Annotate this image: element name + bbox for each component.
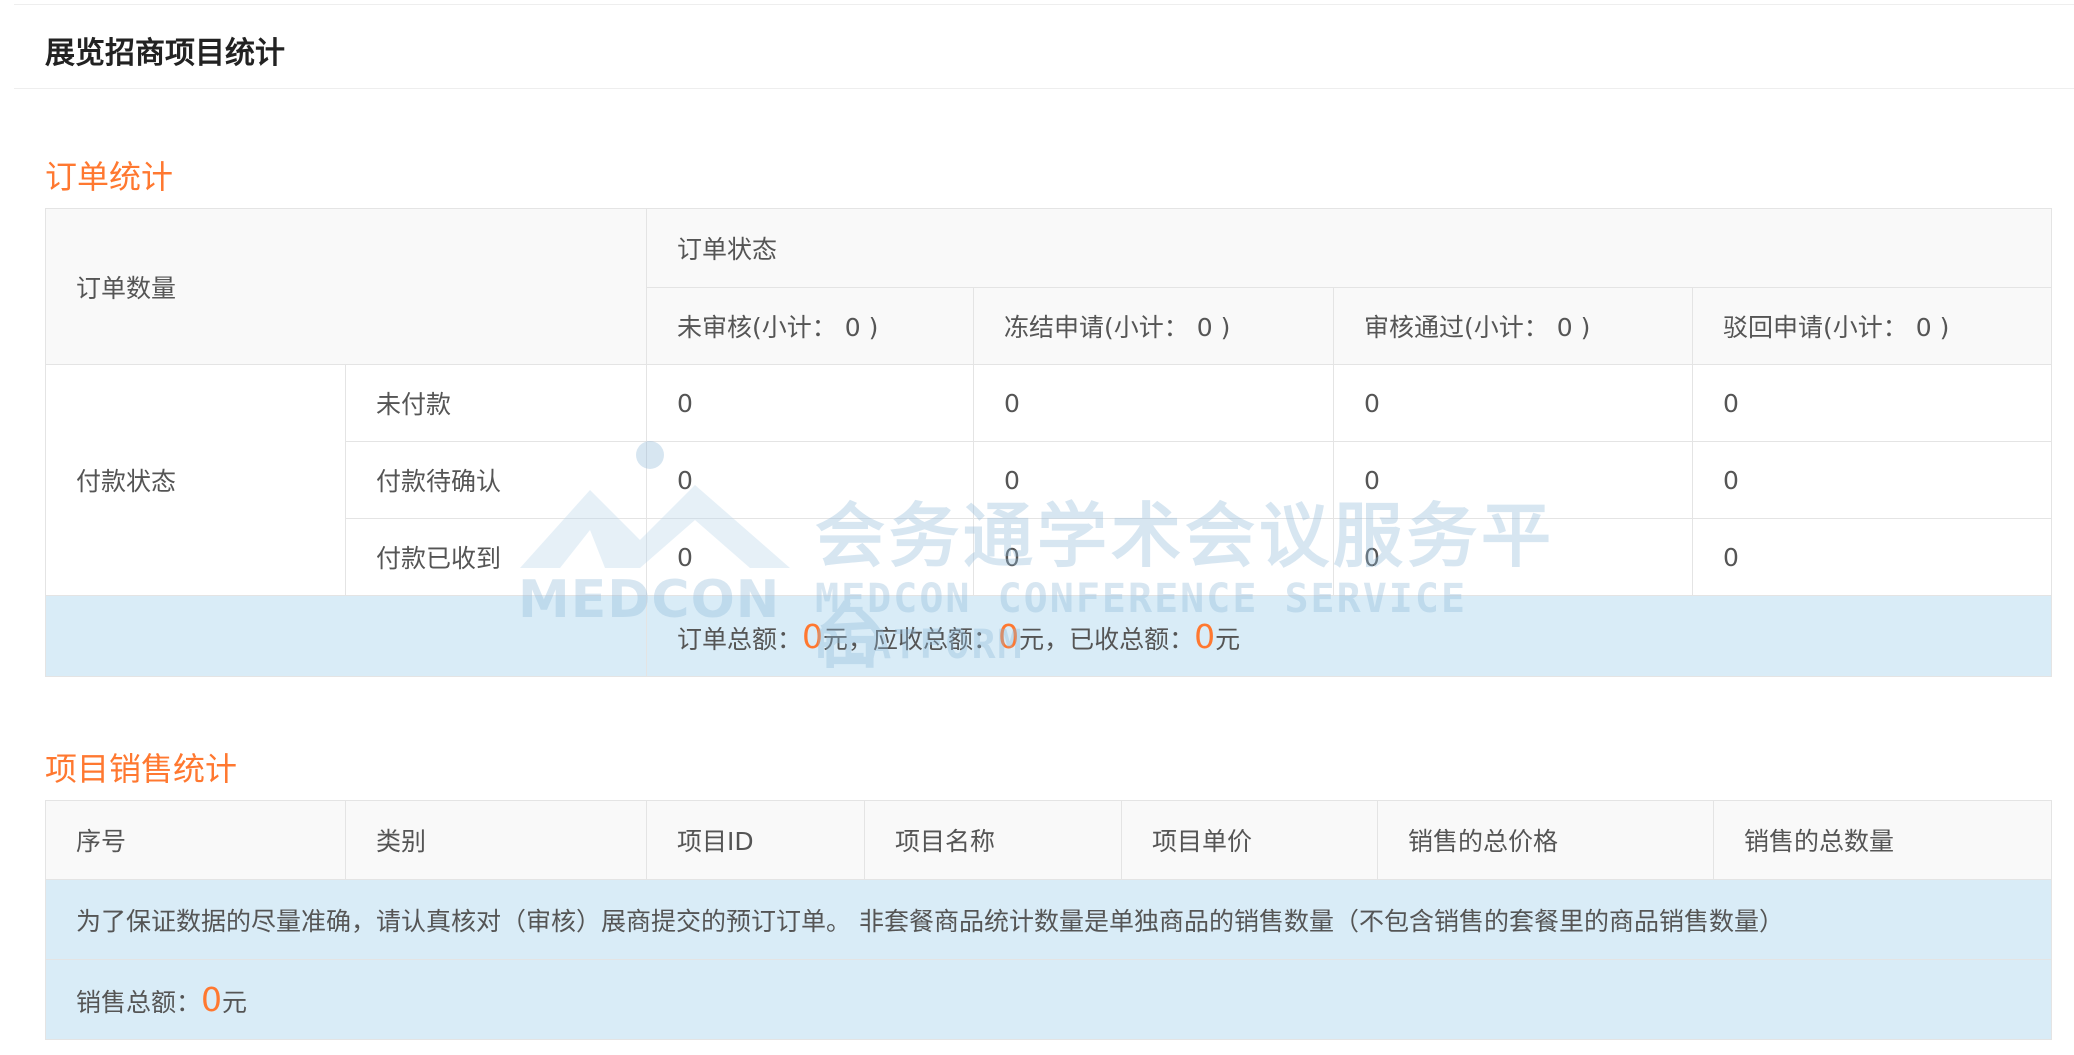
- order-header-row: 订单数量 订单状态: [44, 208, 2053, 365]
- table-cell: 0: [646, 518, 975, 596]
- order-total-value: 0: [802, 616, 824, 656]
- sales-note-row: 为了保证数据的尽量准确，请认真核对（审核）展商提交的预订订单。 非套餐商品统计数…: [45, 879, 2052, 960]
- col-unit-price: 项目单价: [1121, 800, 1378, 880]
- sales-note: 为了保证数据的尽量准确，请认真核对（审核）展商提交的预订订单。 非套餐商品统计数…: [45, 879, 2052, 960]
- page-title: 展览招商项目统计: [45, 36, 285, 71]
- status-freeze-request: 冻结申请(小计： 0 ): [973, 287, 1335, 365]
- table-cell: 0: [1692, 364, 2053, 442]
- sales-total: 销售总额：0元: [45, 959, 2052, 1040]
- status-approved: 审核通过(小计： 0 ): [1333, 287, 1694, 365]
- received-value: 0: [1194, 616, 1216, 656]
- table-cell: 0: [1692, 441, 2053, 519]
- sales-stats-title: 项目销售统计: [45, 750, 238, 788]
- col-total-price: 销售的总价格: [1377, 800, 1714, 880]
- sales-total-row: 销售总额：0元: [45, 959, 2052, 1040]
- table-cell: 0: [1692, 518, 2053, 596]
- col-category: 类别: [345, 800, 647, 880]
- order-stats-title: 订单统计: [45, 158, 174, 196]
- sales-stats-table: 序号 类别 项目ID 项目名称 项目单价 销售的总价格 销售的总数量 为了保证数…: [45, 800, 2052, 1040]
- table-row: 付款已收到 0 0 0 0: [46, 518, 2053, 596]
- order-totals-row: 订单总额：0元，应收总额：0元，已收总额：0元: [44, 595, 2053, 677]
- receivable-label: 应收总额：: [873, 624, 999, 654]
- title-divider: [14, 88, 2074, 89]
- status-unreviewed: 未审核(小计： 0 ): [646, 287, 975, 365]
- order-stats-table: 订单数量 订单状态 未审核(小计： 0 ) 冻结申请(小计： 0 ) 审核通过(…: [44, 208, 2053, 677]
- sales-total-value: 0: [201, 980, 223, 1019]
- order-total-unit: 元，: [823, 624, 874, 654]
- sales-total-label: 销售总额：: [76, 988, 202, 1017]
- order-status-label: 订单状态: [646, 208, 2053, 288]
- top-border: [14, 4, 2074, 5]
- table-cell: 0: [646, 441, 975, 519]
- table-row: 付款待确认 0 0 0 0: [46, 441, 2053, 519]
- payment-row-label: 未付款: [344, 364, 648, 442]
- receivable-unit: 元，: [1019, 624, 1070, 654]
- sales-header-row: 序号 类别 项目ID 项目名称 项目单价 销售的总价格 销售的总数量: [45, 800, 2052, 880]
- table-cell: 0: [1333, 364, 1694, 442]
- status-rejected: 驳回申请(小计： 0 ): [1692, 287, 2053, 365]
- table-cell: 0: [973, 441, 1335, 519]
- order-totals: 订单总额：0元，应收总额：0元，已收总额：0元: [646, 595, 2053, 677]
- table-cell: 0: [1333, 518, 1694, 596]
- order-count-label: 订单数量: [44, 208, 648, 365]
- receivable-value: 0: [998, 616, 1020, 656]
- table-row: 付款状态 未付款 0 0 0 0: [45, 364, 2053, 596]
- table-cell: 0: [1333, 441, 1694, 519]
- payment-row-label: 付款待确认: [344, 441, 648, 519]
- received-unit: 元: [1215, 624, 1241, 654]
- table-cell: 0: [973, 518, 1335, 596]
- col-total-quantity: 销售的总数量: [1713, 800, 2052, 880]
- sales-total-unit: 元: [222, 988, 248, 1017]
- col-index: 序号: [45, 800, 346, 880]
- totals-spacer: [44, 595, 648, 677]
- col-item-name: 项目名称: [864, 800, 1122, 880]
- order-total-label: 订单总额：: [677, 624, 803, 654]
- payment-row-label: 付款已收到: [344, 518, 648, 596]
- col-item-id: 项目ID: [646, 800, 865, 880]
- payment-status-label: 付款状态: [45, 364, 346, 596]
- table-cell: 0: [646, 364, 975, 442]
- table-cell: 0: [973, 364, 1335, 442]
- received-label: 已收总额：: [1069, 624, 1195, 654]
